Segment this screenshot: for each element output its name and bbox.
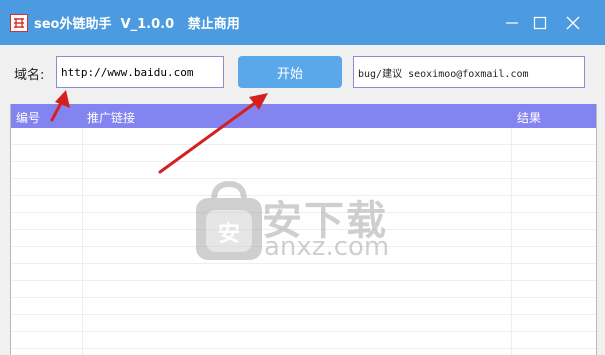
maximize-icon xyxy=(533,16,547,30)
watermark-brand-en: anxz.com xyxy=(264,232,390,262)
column-divider xyxy=(82,128,83,355)
app-logo-icon xyxy=(10,14,28,32)
table-header: 编号 推广链接 结果 xyxy=(11,104,596,128)
column-header-result[interactable]: 结果 xyxy=(517,109,541,126)
column-header-link[interactable]: 推广链接 xyxy=(87,109,135,126)
watermark-badge-char: 安 xyxy=(218,221,240,247)
column-header-number[interactable]: 编号 xyxy=(16,109,40,126)
maximize-button[interactable] xyxy=(527,10,553,36)
domain-input[interactable] xyxy=(56,56,224,88)
window-title: seo外链助手 V_1.0.0 禁止商用 xyxy=(34,17,240,32)
title-bar: seo外链助手 V_1.0.0 禁止商用 xyxy=(0,0,605,45)
domain-label: 域名: xyxy=(14,68,45,83)
watermark: 安 安下载 anxz.com xyxy=(192,180,412,266)
minimize-button[interactable] xyxy=(499,10,525,36)
start-button[interactable]: 开始 xyxy=(238,56,342,88)
close-button[interactable] xyxy=(560,10,586,36)
shopping-bag-icon: 安 xyxy=(196,180,262,260)
column-divider xyxy=(511,128,512,355)
minimize-icon xyxy=(506,22,518,24)
contact-info: bug/建议 seoximoo@foxmail.com xyxy=(353,56,585,88)
close-icon xyxy=(566,16,580,30)
